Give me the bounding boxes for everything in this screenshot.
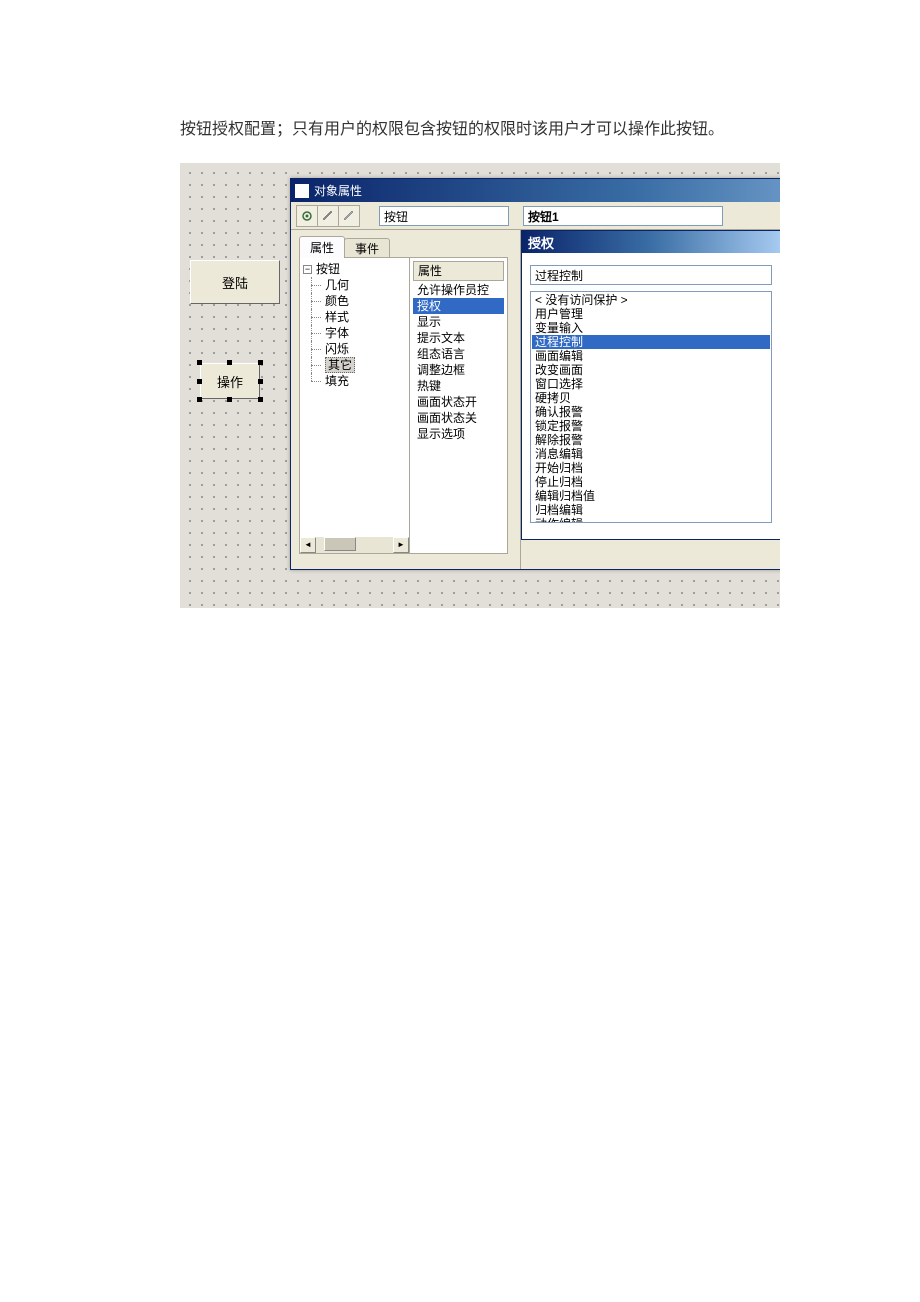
editor-canvas[interactable]: 登陆 操作 对象属性 ? 按钮 按钮1 [180,163,780,608]
prop-screen-off[interactable]: 画面状态关 [413,410,504,426]
auth-msg-edit[interactable]: 消息编辑 [532,447,770,461]
dropdown-title: 授权 [522,231,780,253]
right-pane: 授权 过程控制 < 没有访问保护 > 用户管理 变量输入 过程控制 画面编辑 改… [521,230,780,569]
canvas-login-button[interactable]: 登陆 [190,260,280,304]
prop-display-options[interactable]: 显示选项 [413,426,504,442]
canvas-operate-button[interactable]: 操作 [200,363,260,399]
prop-hotkey[interactable]: 热键 [413,378,504,394]
object-type-field: 按钮 [379,206,509,226]
tab-strip: 属性 事件 [299,236,514,258]
page-caption: 按钮授权配置；只有用户的权限包含按钮的权限时该用户才可以操作此按钮。 [0,0,920,139]
eyedropper-icon[interactable] [317,205,339,227]
auth-none[interactable]: < 没有访问保护 > [532,293,770,307]
tree-item-color[interactable]: 颜色 [303,293,406,309]
prop-config-language[interactable]: 组态语言 [413,346,504,362]
prop-screen-on[interactable]: 画面状态开 [413,394,504,410]
selection-handle[interactable] [197,379,202,384]
selection-handle[interactable] [258,360,263,365]
pin-icon[interactable] [296,205,318,227]
authorization-dropdown: 授权 过程控制 < 没有访问保护 > 用户管理 变量输入 过程控制 画面编辑 改… [521,230,780,540]
auth-user-mgmt[interactable]: 用户管理 [532,307,770,321]
tab-properties[interactable]: 属性 [299,236,345,258]
tree-item-fill[interactable]: 填充 [303,373,406,389]
selection-handle[interactable] [258,397,263,402]
tree-collapse-icon[interactable]: − [303,265,312,274]
dropdown-listbox[interactable]: < 没有访问保护 > 用户管理 变量输入 过程控制 画面编辑 改变画面 窗口选择… [530,291,772,523]
tree-item-geometry[interactable]: 几何 [303,277,406,293]
auth-confirm-alarm[interactable]: 确认报警 [532,405,770,419]
property-tree[interactable]: − 按钮 几何 颜色 样式 字体 闪烁 其它 填充 ◄ ► [300,258,410,553]
prop-tooltip-text[interactable]: 提示文本 [413,330,504,346]
dialog-toolbar: 按钮 按钮1 [291,202,780,230]
scroll-thumb[interactable] [324,537,356,551]
scroll-track[interactable] [316,537,393,553]
scroll-right-icon[interactable]: ► [393,537,409,553]
tree-item-style[interactable]: 样式 [303,309,406,325]
selection-handle[interactable] [227,360,232,365]
prop-display[interactable]: 显示 [413,314,504,330]
tree-root-item[interactable]: − 按钮 [303,261,406,277]
tree-item-other[interactable]: 其它 [303,357,406,373]
auth-change-screen[interactable]: 改变画面 [532,363,770,377]
auth-stop-archive[interactable]: 停止归档 [532,475,770,489]
selection-handle[interactable] [197,360,202,365]
left-pane: 属性 事件 − 按钮 几何 颜色 样式 字体 闪烁 其它 [291,230,521,569]
selection-handle[interactable] [258,379,263,384]
auth-unlock-alarm[interactable]: 解除报警 [532,433,770,447]
selection-handle[interactable] [227,397,232,402]
prop-authorization[interactable]: 授权 [413,298,504,314]
prop-allow-operator[interactable]: 允许操作员控 [413,282,504,298]
tab-events[interactable]: 事件 [344,238,390,258]
tree-hscrollbar[interactable]: ◄ ► [300,537,409,553]
auth-var-input[interactable]: 变量输入 [532,321,770,335]
object-name-field[interactable]: 按钮1 [523,206,723,226]
auth-action-edit[interactable]: 动作编辑 [532,517,770,523]
property-list[interactable]: 属性 允许操作员控 授权 显示 提示文本 组态语言 调整边框 热键 画面状态开 … [410,258,507,553]
scroll-left-icon[interactable]: ◄ [300,537,316,553]
dialog-titlebar[interactable]: 对象属性 ? [291,179,780,202]
prop-adjust-border[interactable]: 调整边框 [413,362,504,378]
dialog-title-text: 对象属性 [314,182,362,199]
dialog-icon [295,184,309,198]
tree-root-label: 按钮 [316,261,340,277]
auth-start-archive[interactable]: 开始归档 [532,461,770,475]
auth-hardcopy[interactable]: 硬拷贝 [532,391,770,405]
dialog-body: 属性 事件 − 按钮 几何 颜色 样式 字体 闪烁 其它 [291,230,780,569]
tree-item-blink[interactable]: 闪烁 [303,341,406,357]
auth-edit-archive-val[interactable]: 编辑归档值 [532,489,770,503]
tree-item-font[interactable]: 字体 [303,325,406,341]
eyedropper2-icon[interactable] [338,205,360,227]
auth-screen-edit[interactable]: 画面编辑 [532,349,770,363]
object-properties-dialog: 对象属性 ? 按钮 按钮1 属性 事件 [290,178,780,570]
auth-lock-alarm[interactable]: 锁定报警 [532,419,770,433]
property-list-header: 属性 [413,261,504,281]
tab-body: − 按钮 几何 颜色 样式 字体 闪烁 其它 填充 ◄ ► [299,257,508,554]
selection-handle[interactable] [197,397,202,402]
auth-process-control[interactable]: 过程控制 [532,335,770,349]
dropdown-current-value[interactable]: 过程控制 [530,265,772,285]
auth-window-select[interactable]: 窗口选择 [532,377,770,391]
auth-archive-edit[interactable]: 归档编辑 [532,503,770,517]
